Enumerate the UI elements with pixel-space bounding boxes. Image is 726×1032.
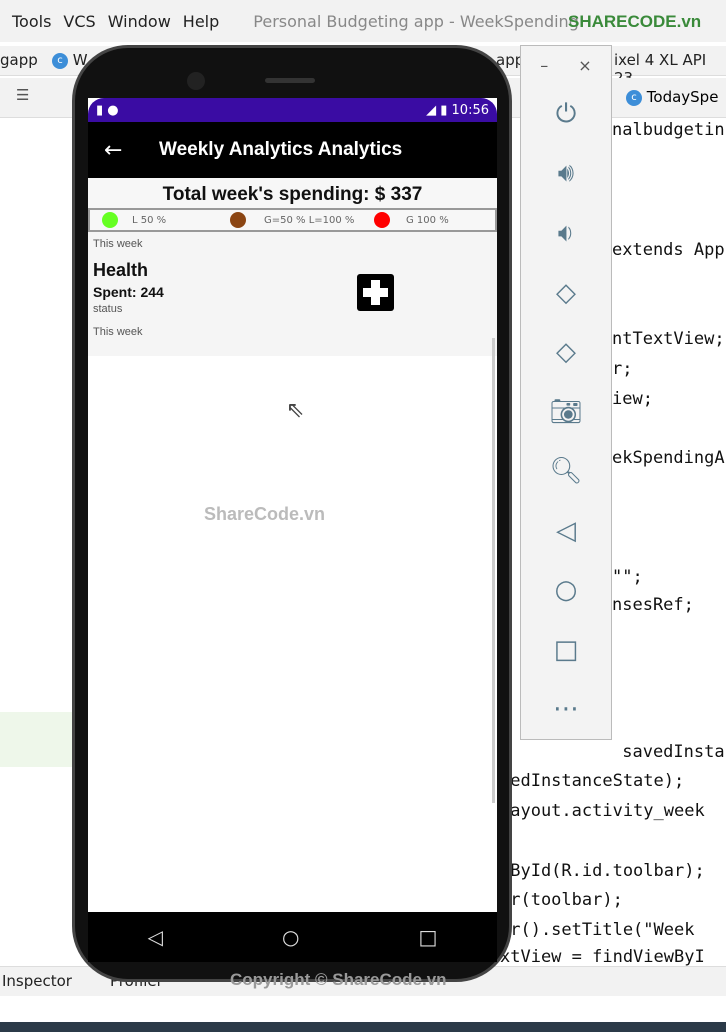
taskbar — [0, 1022, 726, 1032]
period-bottom: This week — [93, 326, 143, 338]
back-arrow-icon[interactable]: ← — [104, 138, 159, 163]
code-line: ar(toolbar); — [500, 890, 623, 910]
emulator-controls: – × ⏻ 🔊︎ 🔉︎ ◇ ◇ 📷︎ 🔍︎ ◁ ○ □ ⋯ — [520, 45, 612, 740]
code-line-fragment: r; — [612, 359, 633, 379]
spent-amount: Spent: 244 — [93, 284, 164, 300]
code-line-fragment: nsesRef; — [612, 595, 694, 615]
class-icon: c — [626, 89, 642, 106]
medical-cross-icon — [357, 274, 394, 311]
nav-home-icon[interactable]: ○ — [282, 925, 299, 949]
speaker — [265, 78, 315, 83]
period-top: This week — [93, 238, 143, 250]
category-name: Health — [93, 260, 149, 280]
zoom-icon[interactable]: 🔍︎ — [549, 441, 582, 501]
nav-recents-icon[interactable]: □ — [419, 925, 438, 949]
window-title: Personal Budgeting app - WeekSpending — [253, 11, 579, 31]
menu-tools[interactable]: Tools — [12, 12, 51, 31]
status-text: status — [93, 303, 123, 315]
red-dot-icon — [374, 212, 390, 228]
mouse-cursor-icon: ⇖ — [286, 398, 305, 423]
close-icon[interactable]: × — [578, 56, 591, 75]
more-icon[interactable]: ⋯ — [553, 680, 579, 740]
status-time: 10:56 — [451, 102, 489, 118]
brown-dot-icon — [230, 212, 246, 228]
tab-todayspending[interactable]: c TodaySpe — [626, 88, 718, 106]
code-line: vedInstanceState); — [500, 771, 685, 791]
app-bar: ← Weekly Analytics Analytics — [88, 122, 497, 178]
category-card[interactable]: This week Health Spent: 244 status This … — [88, 232, 497, 356]
legend-high: G 100 % — [406, 214, 449, 226]
code-line: wById(R.id.toolbar); — [500, 861, 705, 881]
code-line-fragment: iew; — [612, 389, 653, 409]
rotate-right-icon[interactable]: ◇ — [556, 322, 576, 382]
legend-low: L 50 % — [132, 214, 167, 226]
status-bar: ▮ ● ◢ ▮ 10:56 — [88, 98, 497, 122]
code-line: Layout.activity_week — [500, 801, 705, 821]
menu-help[interactable]: Help — [183, 12, 219, 31]
class-icon: c — [52, 52, 68, 69]
total-spending: Total week's spending: $ 337 — [88, 178, 497, 208]
camera — [187, 72, 205, 90]
code-line-fragment: nalbudgetin — [612, 120, 725, 140]
code-line: ar().setTitle("Week — [500, 920, 695, 940]
rotate-left-icon[interactable]: ◇ — [556, 263, 576, 323]
scrollbar[interactable] — [492, 338, 495, 803]
code-line-fragment: savedInsta — [612, 742, 725, 762]
watermark-footer: Copyright © ShareCode.vn — [230, 970, 447, 989]
nav-bar: ◁ ○ □ — [88, 912, 497, 962]
home-icon[interactable]: ○ — [555, 561, 578, 621]
nav-back-icon[interactable]: ◁ — [148, 925, 163, 949]
signal-battery-icon: ◢ ▮ — [426, 102, 452, 118]
status-legend: L 50 % G=50 % L=100 % G 100 % — [88, 208, 497, 232]
back-icon[interactable]: ◁ — [556, 501, 576, 561]
overview-icon[interactable]: □ — [554, 620, 579, 680]
app-title: Weekly Analytics Analytics — [159, 139, 403, 160]
code-line: xtView = findViewByI — [500, 947, 705, 967]
minimize-icon[interactable]: – — [540, 56, 548, 75]
notification-icons: ▮ ● — [96, 102, 119, 118]
phone-screen: ▮ ● ◢ ▮ 10:56 ← Weekly Analytics Analyti… — [88, 98, 497, 912]
tab-label: TodaySpe — [646, 88, 719, 106]
collapse-icon[interactable]: ☰ — [16, 86, 29, 104]
legend-mid: G=50 % L=100 % — [264, 214, 355, 226]
sharecode-logo: SHARECODE.vn — [568, 12, 702, 31]
volume-up-icon[interactable]: 🔊︎ — [558, 144, 574, 204]
gutter-highlight — [0, 712, 72, 767]
power-icon[interactable]: ⏻ — [556, 84, 577, 144]
menu-window[interactable]: Window — [108, 12, 171, 31]
breadcrumb-project[interactable]: gapp — [0, 51, 38, 69]
tab-inspector[interactable]: Inspector — [2, 972, 72, 990]
camera-icon[interactable]: 📷︎ — [549, 382, 582, 442]
code-line-fragment: ntTextView; — [612, 329, 725, 349]
code-line-fragment: ekSpendingA — [612, 448, 725, 468]
green-dot-icon — [102, 212, 118, 228]
code-line-fragment: ""; — [612, 567, 643, 587]
volume-down-icon[interactable]: 🔉︎ — [558, 203, 574, 263]
code-line-fragment: extends App — [612, 240, 725, 260]
watermark-center: ShareCode.vn — [204, 504, 326, 524]
menu-vcs[interactable]: VCS — [63, 12, 95, 31]
